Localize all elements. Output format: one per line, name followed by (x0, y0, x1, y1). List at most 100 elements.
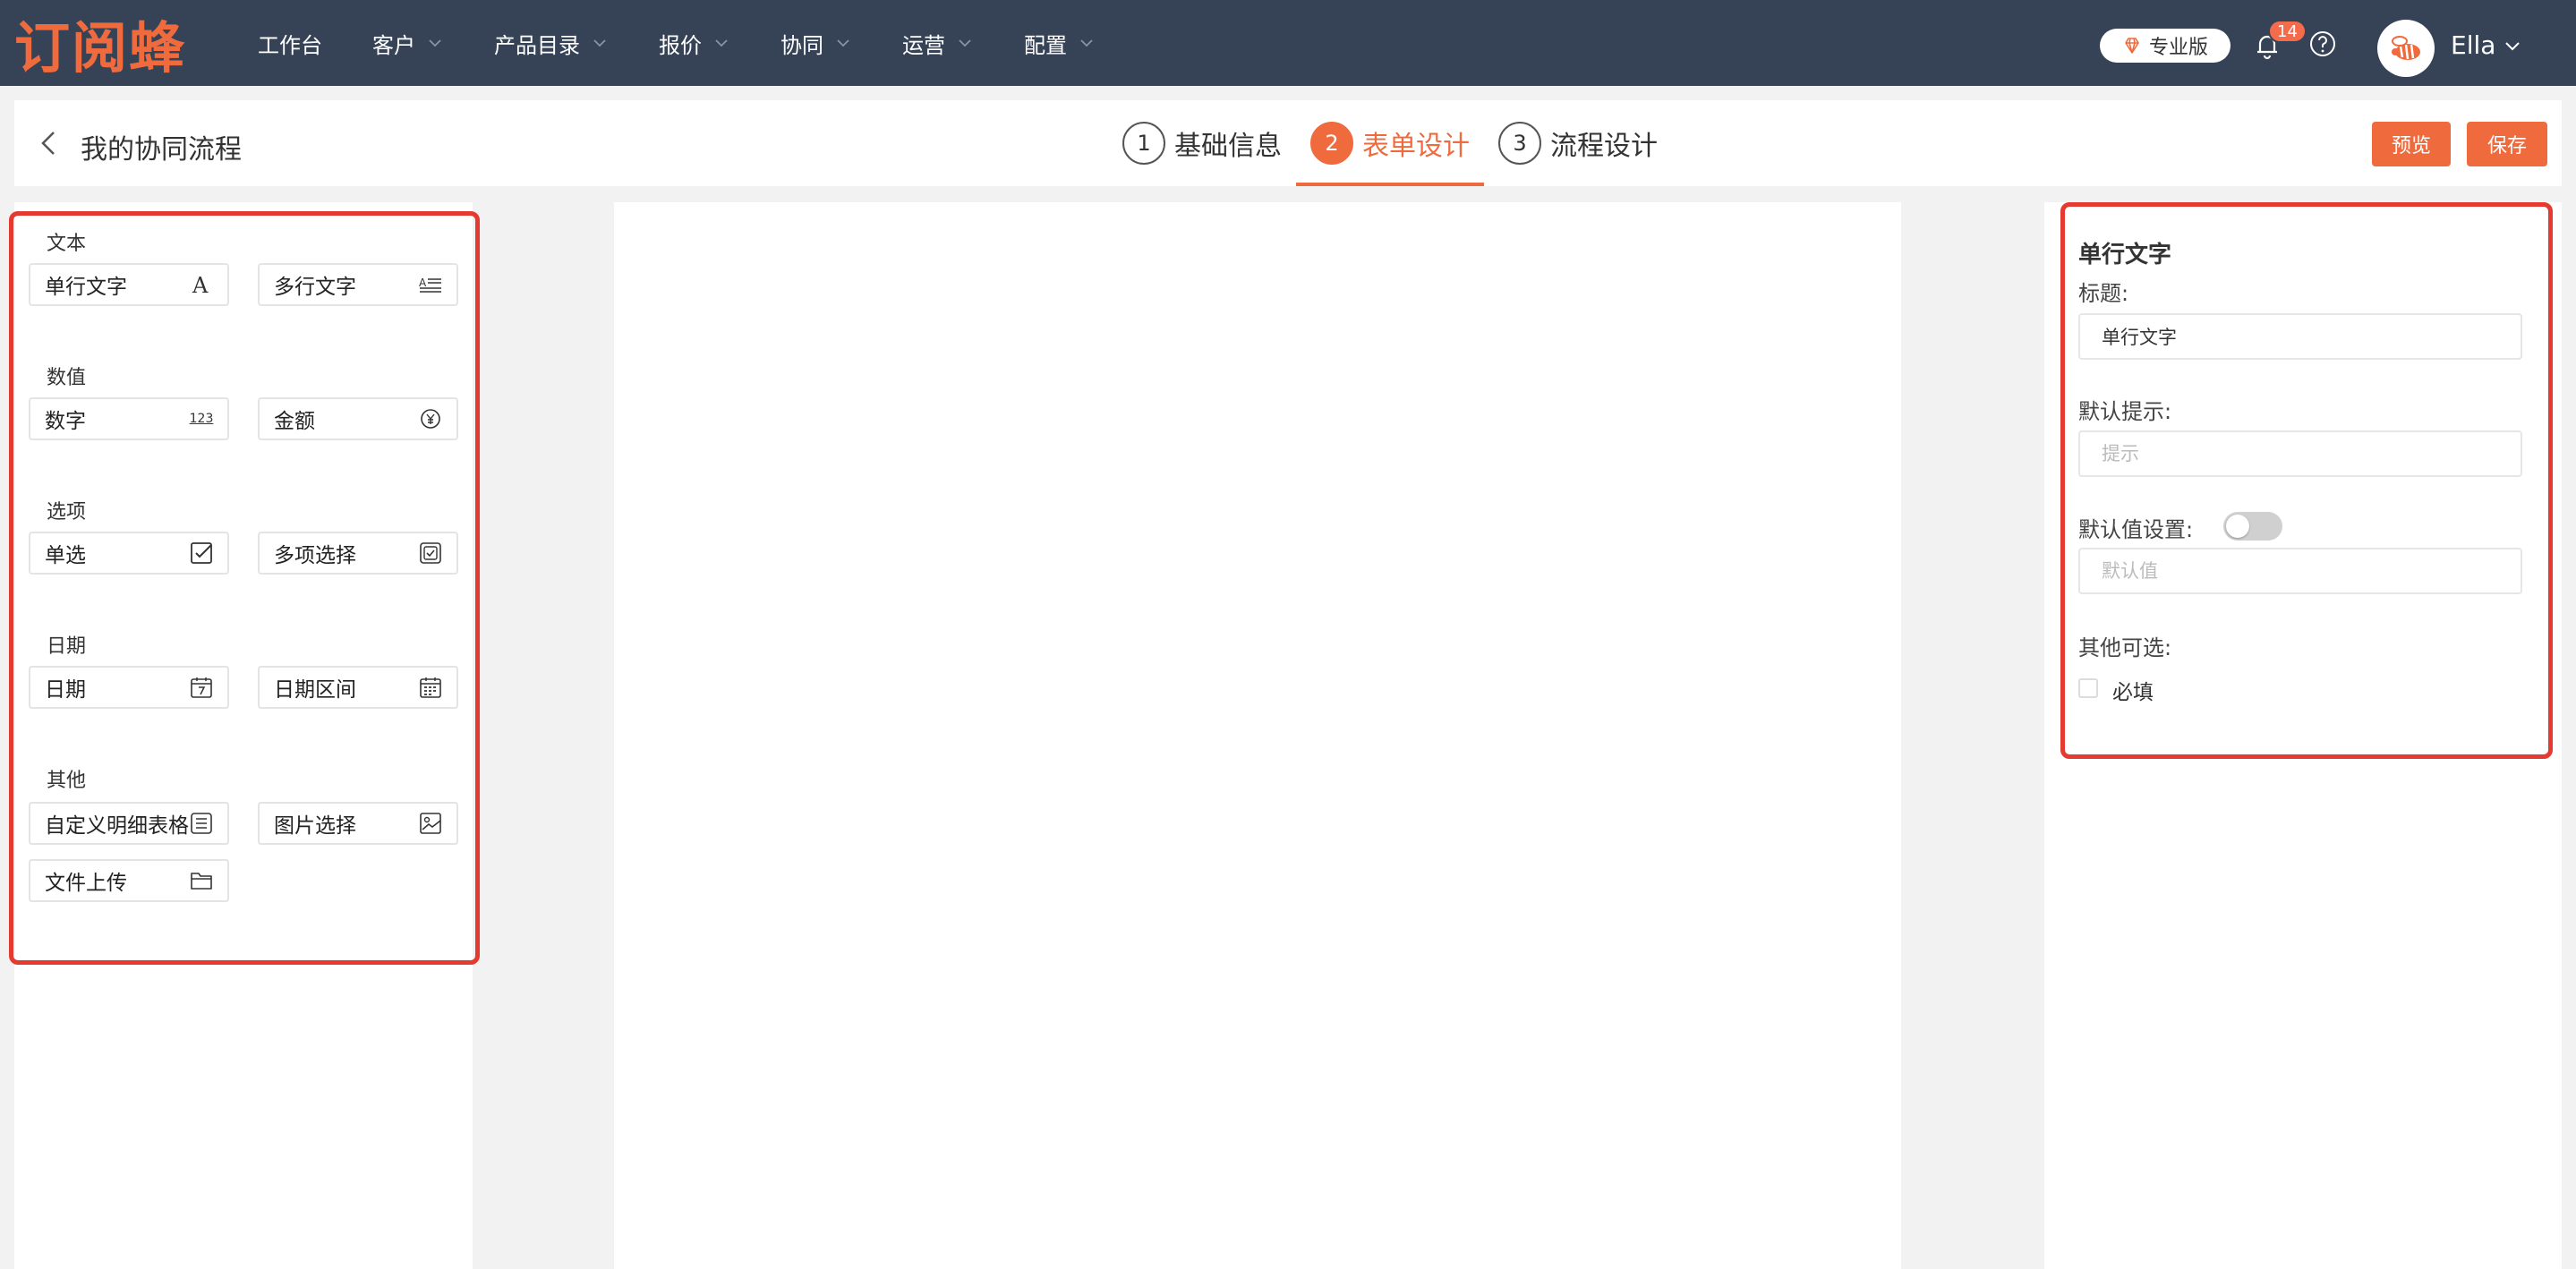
user-avatar[interactable] (2377, 20, 2435, 77)
component-multi-line-text[interactable]: 多行文字 A (258, 263, 458, 306)
nav-item-label: 协同 (780, 32, 823, 58)
required-checkbox[interactable] (2078, 678, 2098, 698)
preview-button[interactable]: 预览 (2372, 122, 2451, 166)
wizard-steps: 1 基础信息 2 表单设计 3 流程设计 (1108, 100, 1672, 186)
number-icon-text: 123 (189, 412, 214, 426)
component-label: 单行文字 (45, 276, 127, 299)
step-label: 表单设计 (1362, 131, 1470, 162)
save-button[interactable]: 保存 (2467, 122, 2547, 166)
group-title-options: 选项 (47, 501, 87, 524)
nav-item-customers[interactable]: 客户 (372, 0, 444, 86)
component-number[interactable]: 数字 123 (29, 397, 229, 440)
nav-item-catalog[interactable]: 产品目录 (494, 0, 609, 86)
pro-badge-label: 专业版 (2148, 37, 2208, 59)
page-header: 我的协同流程 1 基础信息 2 表单设计 3 流程设计 预览 保存 (14, 100, 2562, 186)
page-title: 我的协同流程 (81, 134, 242, 166)
component-single-line-text[interactable]: 单行文字 A (29, 263, 229, 306)
hint-input[interactable] (2078, 430, 2522, 477)
component-label: 多行文字 (274, 276, 356, 299)
main-nav: 工作台 客户 产品目录 报价 协同 运营 配置 (258, 0, 1146, 86)
property-heading: 单行文字 (2078, 242, 2172, 268)
step-label: 流程设计 (1550, 131, 1658, 162)
step-label: 基础信息 (1174, 131, 1282, 162)
highlight-frame (9, 211, 480, 965)
checkbox-icon (190, 541, 213, 565)
calendar-range-icon (419, 676, 442, 699)
nav-item-collaboration[interactable]: 协同 (780, 0, 852, 86)
diamond-icon (2122, 36, 2142, 55)
chevron-down-icon (426, 34, 444, 52)
chevron-down-icon (591, 34, 609, 52)
number-icon: 123 (189, 407, 214, 430)
component-label: 日期 (45, 678, 86, 702)
nav-item-label: 工作台 (258, 32, 322, 58)
chevron-down-icon (1078, 34, 1096, 52)
svg-text:A: A (192, 273, 209, 296)
multi-checkbox-icon (419, 541, 442, 565)
form-canvas[interactable] (614, 202, 1901, 1269)
step-number: 2 (1310, 122, 1353, 165)
pro-edition-badge[interactable]: 专业版 (2100, 29, 2231, 63)
nav-item-settings[interactable]: 配置 (1024, 0, 1096, 86)
default-value-toggle[interactable] (2223, 512, 2282, 541)
help-icon[interactable] (2307, 29, 2338, 59)
list-icon (190, 812, 213, 835)
group-title-date: 日期 (47, 635, 87, 658)
currency-icon (419, 407, 442, 430)
nav-item-label: 产品目录 (494, 32, 580, 58)
app-logo[interactable]: 订阅蜂 (14, 13, 186, 81)
title-label: 标题: (2078, 281, 2129, 306)
component-date-range[interactable]: 日期区间 (258, 666, 458, 709)
hint-label: 默认提示: (2078, 399, 2172, 424)
group-title-text: 文本 (47, 233, 87, 255)
default-value-label: 默认值设置: (2078, 517, 2194, 542)
nav-item-quote[interactable]: 报价 (659, 0, 730, 86)
chevron-down-icon (712, 34, 730, 52)
logo-text: 订阅蜂 (14, 15, 187, 81)
nav-item-label: 运营 (902, 32, 945, 58)
step-flow-design[interactable]: 3 流程设计 (1484, 100, 1672, 186)
toggle-knob (2226, 515, 2249, 538)
back-arrow-icon[interactable] (32, 125, 68, 161)
font-icon: A (190, 273, 213, 296)
group-title-other: 其他 (47, 770, 87, 792)
nav-item-workbench[interactable]: 工作台 (258, 0, 322, 86)
user-name[interactable]: Ella (2451, 30, 2495, 60)
other-options-label: 其他可选: (2078, 635, 2172, 660)
nav-item-label: 配置 (1024, 32, 1067, 58)
component-label: 日期区间 (274, 678, 356, 702)
notification-count-badge: 14 (2268, 20, 2307, 43)
component-amount[interactable]: 金额 (258, 397, 458, 440)
component-detail-table[interactable]: 自定义明细表格 (29, 802, 229, 845)
component-image-select[interactable]: 图片选择 (258, 802, 458, 845)
image-icon (419, 812, 442, 835)
step-form-design[interactable]: 2 表单设计 (1296, 100, 1484, 186)
group-title-number: 数值 (47, 367, 87, 389)
nav-item-operations[interactable]: 运营 (902, 0, 974, 86)
svg-text:A: A (419, 277, 427, 289)
title-input[interactable] (2078, 313, 2522, 360)
chevron-down-icon (834, 34, 852, 52)
component-label: 文件上传 (45, 872, 127, 895)
component-multi-choice[interactable]: 多项选择 (258, 532, 458, 575)
component-date[interactable]: 日期 (29, 666, 229, 709)
component-file-upload[interactable]: 文件上传 (29, 859, 229, 902)
component-single-choice[interactable]: 单选 (29, 532, 229, 575)
calendar-icon (190, 676, 213, 699)
step-number: 1 (1122, 122, 1165, 165)
chevron-down-icon (956, 34, 974, 52)
nav-item-label: 客户 (372, 32, 415, 58)
step-number: 3 (1498, 122, 1541, 165)
component-label: 图片选择 (274, 814, 356, 838)
default-value-input[interactable] (2078, 548, 2522, 594)
multiline-text-icon: A (419, 273, 442, 296)
component-label: 自定义明细表格 (45, 814, 189, 838)
nav-item-label: 报价 (659, 32, 702, 58)
chevron-down-icon[interactable] (2503, 36, 2522, 55)
component-label: 数字 (45, 410, 86, 433)
component-label: 多项选择 (274, 544, 356, 567)
bee-logo-icon (2392, 36, 2420, 60)
required-label[interactable]: 必填 (2112, 675, 2154, 705)
step-basic-info[interactable]: 1 基础信息 (1108, 100, 1296, 186)
component-label: 单选 (45, 544, 86, 567)
